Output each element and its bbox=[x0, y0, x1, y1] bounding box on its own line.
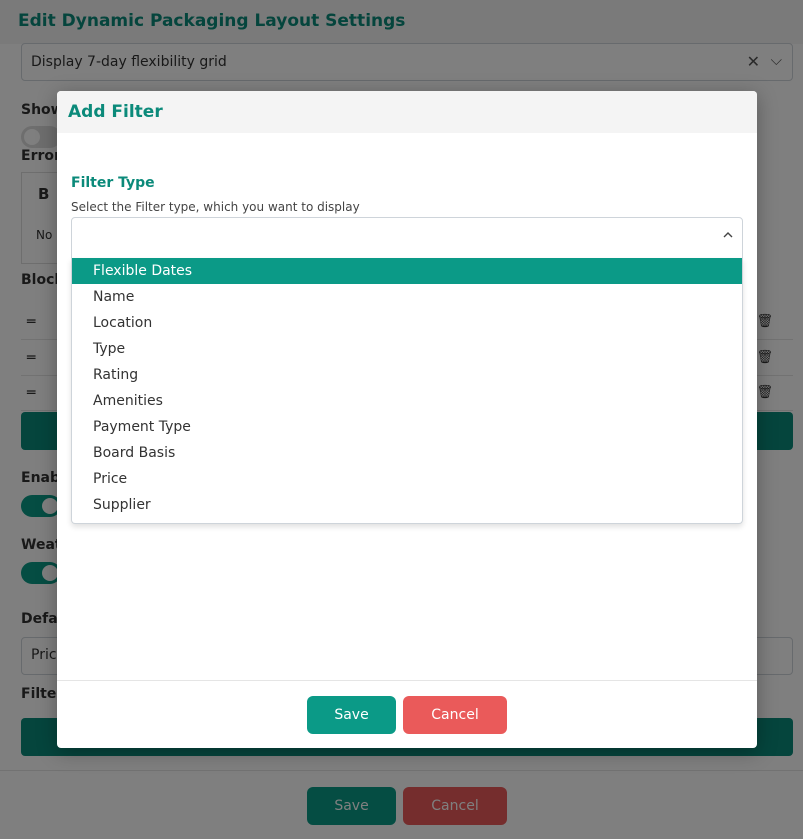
option-location[interactable]: Location bbox=[72, 310, 742, 336]
add-filter-modal: Add Filter Filter Type Select the Filter… bbox=[57, 91, 757, 748]
option-board-basis[interactable]: Board Basis bbox=[72, 440, 742, 466]
option-rating[interactable]: Rating bbox=[72, 362, 742, 388]
modal-title: Add Filter bbox=[68, 102, 163, 122]
option-type[interactable]: Type bbox=[72, 336, 742, 362]
chevron-up-icon[interactable] bbox=[723, 230, 733, 240]
filter-type-select[interactable] bbox=[71, 217, 743, 259]
modal-footer-divider bbox=[57, 680, 757, 681]
option-amenities[interactable]: Amenities bbox=[72, 388, 742, 414]
filter-type-help: Select the Filter type, which you want t… bbox=[71, 200, 360, 214]
modal-cancel-button[interactable]: Cancel bbox=[403, 696, 507, 734]
option-name[interactable]: Name bbox=[72, 284, 742, 310]
option-price[interactable]: Price bbox=[72, 466, 742, 492]
option-payment-type[interactable]: Payment Type bbox=[72, 414, 742, 440]
modal-save-button[interactable]: Save bbox=[307, 696, 396, 734]
filter-type-label: Filter Type bbox=[71, 175, 155, 191]
option-flexible-dates[interactable]: Flexible Dates bbox=[72, 258, 742, 284]
option-supplier[interactable]: Supplier bbox=[72, 492, 742, 518]
filter-type-dropdown: Flexible Dates Name Location Type Rating… bbox=[71, 258, 743, 524]
modal-header: Add Filter bbox=[57, 91, 757, 133]
